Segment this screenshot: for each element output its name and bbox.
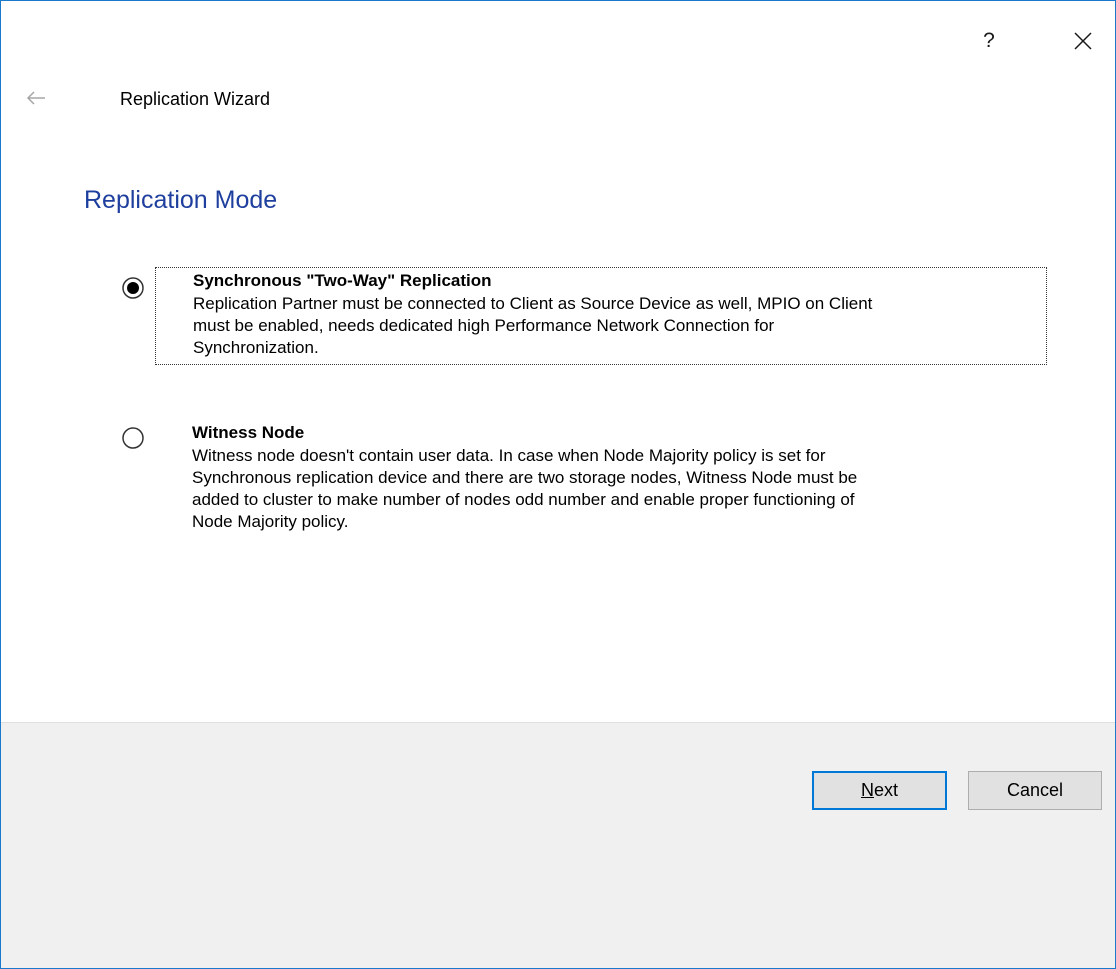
- option-body: Witness Node Witness node doesn't contai…: [192, 423, 1052, 533]
- radio-unselected-icon[interactable]: [120, 425, 146, 451]
- help-button[interactable]: ?: [969, 21, 1009, 61]
- option-description: Replication Partner must be connected to…: [193, 294, 873, 357]
- title-bar: ?: [1, 1, 1115, 77]
- close-button[interactable]: [1063, 21, 1103, 61]
- wizard-title: Replication Wizard: [120, 89, 271, 109]
- next-button[interactable]: Next: [812, 771, 947, 810]
- close-icon: [1074, 32, 1092, 50]
- page-heading: Replication Mode: [84, 186, 278, 214]
- option-focus-box: Synchronous "Two-Way" Replication Replic…: [155, 267, 1047, 365]
- next-mnemonic: N: [860, 780, 874, 800]
- wizard-window: ? Replication Wizard Replication Mode Sy…: [0, 0, 1116, 969]
- help-label: ?: [983, 29, 995, 52]
- option-title: Synchronous "Two-Way" Replication: [193, 271, 492, 290]
- option-description: Witness node doesn't contain user data. …: [192, 446, 858, 531]
- radio-selected-icon[interactable]: [120, 275, 146, 301]
- back-arrow-icon: [26, 91, 45, 105]
- footer-bar: Next Cancel: [1, 722, 1115, 968]
- next-label-rest: ext: [873, 780, 898, 800]
- option-title: Witness Node: [192, 423, 305, 442]
- cancel-button[interactable]: Cancel: [968, 771, 1102, 810]
- back-button[interactable]: [21, 83, 51, 113]
